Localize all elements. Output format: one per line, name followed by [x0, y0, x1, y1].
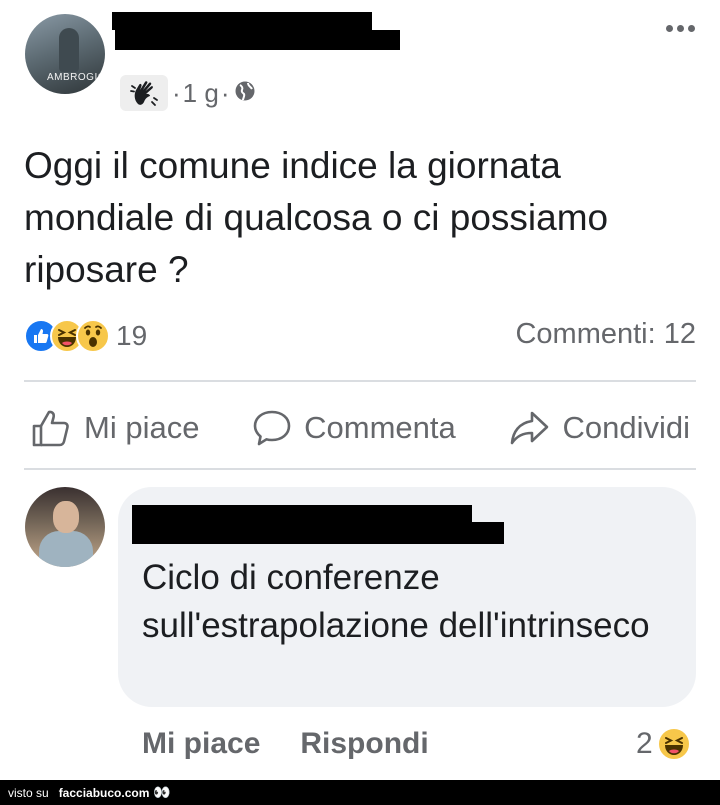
wow-icon: [76, 319, 110, 353]
comment-reaction-count: 2: [636, 727, 653, 760]
globe-icon: [234, 78, 256, 109]
eyes-icon: 👀: [153, 784, 171, 800]
dot: [676, 24, 684, 32]
haha-icon: [656, 727, 691, 761]
share-arrow-icon: [511, 411, 549, 445]
facebook-post: AMBROGIO · 1 g · Oggi il comune indice l…: [0, 0, 720, 780]
comment-like-button[interactable]: Mi piace: [142, 727, 260, 761]
dot: [665, 24, 673, 32]
share-button-label: Condividi: [562, 410, 690, 445]
footer-prefix: visto su: [8, 785, 49, 800]
reactions-summary[interactable]: 19: [24, 318, 147, 354]
commenter-name-redaction: [132, 505, 472, 523]
comment-reactions[interactable]: 2: [636, 722, 691, 766]
author-avatar[interactable]: AMBROGIO: [25, 14, 105, 94]
dot: [687, 24, 695, 32]
comments-count-link[interactable]: Commenti: 12: [515, 318, 696, 351]
author-name-redaction-2: [115, 30, 400, 50]
avatar-face: [53, 501, 79, 533]
comment-reply-button[interactable]: Rispondi: [300, 727, 428, 761]
wave-badge-icon: [120, 75, 168, 111]
commenter-name-redaction-2: [132, 522, 504, 544]
avatar-caption: AMBROGIO: [47, 72, 105, 83]
watermark-footer: visto su facciabuco.com 👀: [0, 780, 720, 805]
thumbs-up-icon: [32, 410, 69, 447]
post-time[interactable]: 1 g: [183, 78, 219, 109]
reaction-count: 19: [116, 320, 148, 351]
author-name-redaction: [112, 12, 372, 30]
speech-bubble-icon: [253, 410, 291, 446]
footer-site-link[interactable]: facciabuco.com: [59, 786, 150, 800]
post-actions: Mi piace Commenta Condividi: [24, 402, 696, 454]
share-button[interactable]: Condividi: [502, 402, 696, 454]
meta-separator: ·: [172, 77, 181, 108]
meta-separator: ·: [220, 77, 230, 108]
avatar-shirt: [39, 531, 93, 567]
comment-button[interactable]: Commenta: [246, 402, 462, 454]
like-button-label: Mi piace: [84, 410, 200, 445]
more-options-button[interactable]: [662, 16, 698, 40]
avatar-figure: [59, 28, 79, 72]
commenter-avatar[interactable]: [25, 487, 105, 567]
comment-actions: Mi piace Rispondi: [142, 722, 429, 766]
divider: [24, 468, 696, 470]
divider: [24, 380, 696, 382]
post-text: Oggi il comune indice la giornata mondia…: [24, 145, 609, 290]
like-button[interactable]: Mi piace: [24, 402, 205, 454]
comment-button-label: Commenta: [304, 410, 456, 445]
post-meta: · 1 g ·: [120, 75, 256, 111]
comment-text: Ciclo di conferenze sull'estrapolazione …: [142, 558, 650, 645]
